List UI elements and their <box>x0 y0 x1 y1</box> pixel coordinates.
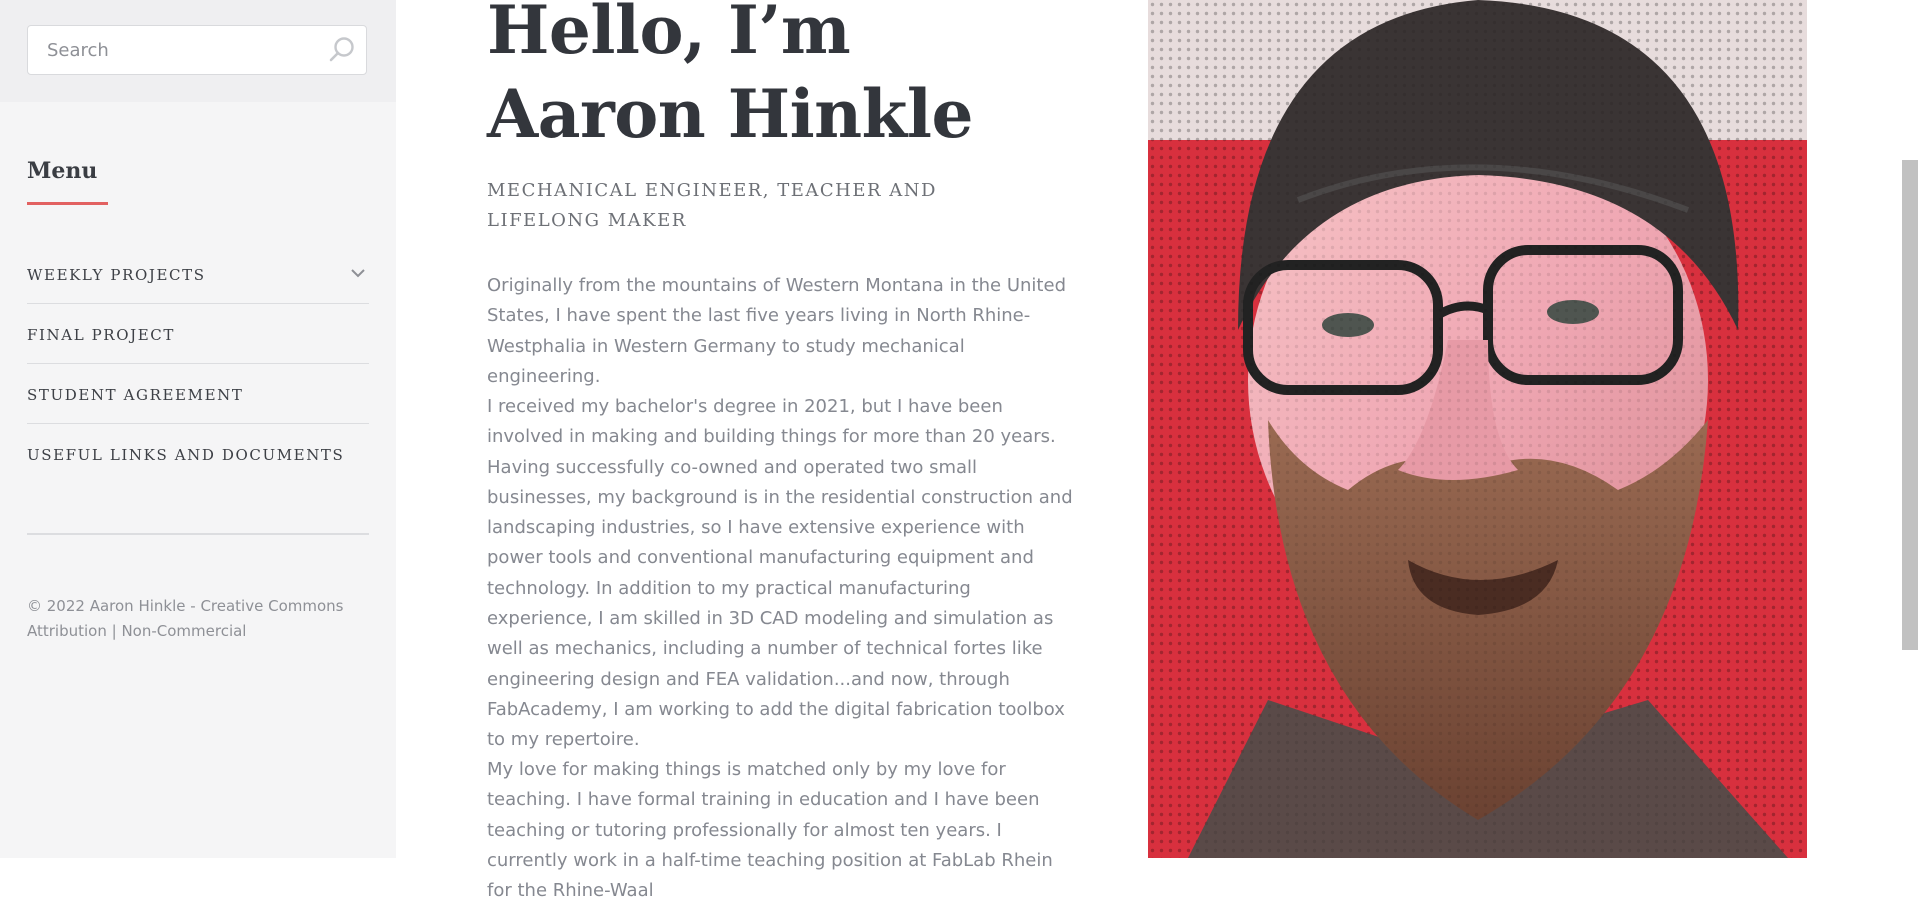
title-line-1: Hello, I’m <box>487 0 851 69</box>
nav-label: STUDENT AGREEMENT <box>27 386 244 404</box>
menu-underline <box>27 202 108 205</box>
chevron-down-icon[interactable] <box>347 262 369 284</box>
page-title: Hello, I’m Aaron Hinkle <box>487 0 973 156</box>
search-icon[interactable] <box>324 32 360 68</box>
portrait-image <box>1148 0 1807 858</box>
page-scrollbar[interactable] <box>1900 0 1920 858</box>
nav-item-final-project[interactable]: FINAL PROJECT <box>27 304 369 364</box>
nav-label: USEFUL LINKS AND DOCUMENTS <box>27 446 345 464</box>
nav-item-useful-links[interactable]: USEFUL LINKS AND DOCUMENTS <box>27 424 369 484</box>
nav-label: WEEKLY PROJECTS <box>27 266 206 284</box>
scrollbar-thumb[interactable] <box>1902 160 1918 650</box>
nav-label: FINAL PROJECT <box>27 326 175 344</box>
search-input[interactable] <box>28 26 318 74</box>
title-line-2: Aaron Hinkle <box>487 75 973 153</box>
background-paragraph: I received my bachelor's degree in 2021,… <box>487 396 1073 751</box>
nav-item-student-agreement[interactable]: STUDENT AGREEMENT <box>27 364 369 424</box>
sidebar: Menu WEEKLY PROJECTS FINAL PROJECT STUDE… <box>0 0 396 858</box>
teaching-paragraph: My love for making things is matched onl… <box>487 759 1053 902</box>
search-area <box>0 0 396 102</box>
intro-paragraph: Originally from the mountains of Western… <box>487 275 1066 387</box>
menu-heading: Menu <box>27 158 98 184</box>
footer-copyright: © 2022 Aaron Hinkle - Creative Commons A… <box>27 597 344 640</box>
page-subtitle: MECHANICAL ENGINEER, TEACHER AND LIFELON… <box>487 180 937 231</box>
search-box <box>27 25 367 75</box>
divider <box>27 533 369 535</box>
nav-item-weekly-projects[interactable]: WEEKLY PROJECTS <box>27 244 369 304</box>
